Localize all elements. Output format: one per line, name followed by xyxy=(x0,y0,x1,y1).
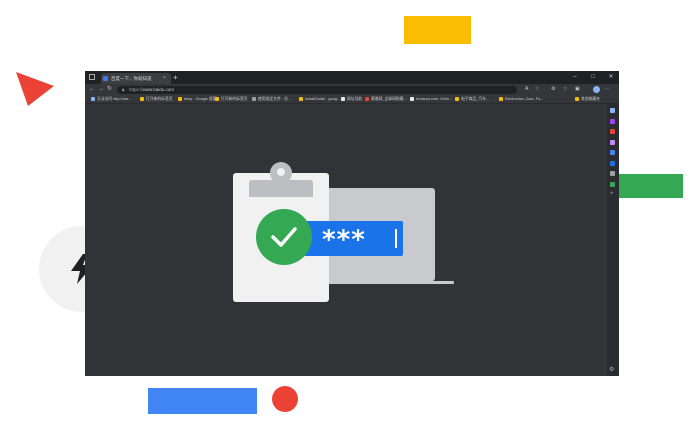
favorites-icon[interactable]: ☆ xyxy=(563,84,567,95)
bookmark-label: InstallGuide - goog... xyxy=(305,97,341,101)
collections-icon[interactable]: ▣ xyxy=(575,84,580,95)
window-menu-icon[interactable] xyxy=(89,74,95,80)
decorative-blue-bar xyxy=(148,388,257,414)
baidu-favicon-icon xyxy=(103,76,108,81)
text-cursor xyxy=(395,229,397,248)
back-button[interactable]: ← xyxy=(89,84,95,95)
bookmark-favicon-icon xyxy=(299,96,303,101)
bookmark-item[interactable]: Amazon.com: Onlin... xyxy=(410,95,452,103)
add-icon[interactable]: + xyxy=(610,191,615,197)
bookmark-label: ebay - Google 搜索 xyxy=(184,97,217,101)
tab-strip: 百度一下，你就知道 × + – □ ✕ xyxy=(85,71,619,84)
check-icon xyxy=(271,227,297,247)
bookmark-label: 其他收藏夹 xyxy=(581,97,600,101)
search-icon[interactable] xyxy=(610,108,615,113)
browser-toolbar: ← → ↻ 🔒︎ https://www.baidu.com A ☆ ⚙ ☆ ▣… xyxy=(85,84,619,95)
close-icon[interactable]: × xyxy=(163,73,166,84)
bookmark-label: 电子商品_汽车... xyxy=(461,97,490,101)
bookmark-favicon-icon xyxy=(215,96,219,101)
bookmark-favicon-icon xyxy=(140,96,144,101)
profile-icon[interactable] xyxy=(593,86,600,93)
bookmark-favicon-icon xyxy=(455,96,459,101)
bookmarks-bar: 无法访问 http://ww... 打开新的标签页 ebay - Google 搜索… xyxy=(85,95,619,104)
bookmark-item[interactable]: ebay - Google 搜索 xyxy=(178,95,217,103)
read-aloud-icon[interactable]: A xyxy=(525,84,528,95)
bookmark-favicon-icon xyxy=(178,96,182,101)
bookmark-favicon-icon xyxy=(91,96,95,101)
bookmark-favicon-icon xyxy=(499,96,503,101)
bookmark-item[interactable]: Electronics, Cars, Fa... xyxy=(499,95,543,103)
bookmark-label: Amazon.com: Onlin... xyxy=(416,97,453,101)
bookmark-item[interactable]: 其他收藏夹 xyxy=(575,95,600,103)
send-icon[interactable] xyxy=(610,171,615,176)
maximize-button[interactable]: □ xyxy=(587,71,599,84)
bookmark-label: 使用指定文件 - 谷... xyxy=(258,97,292,101)
decorative-yellow-bar xyxy=(404,16,471,44)
tab-baidu[interactable]: 百度一下，你就知道 × xyxy=(101,73,171,84)
bookmark-item[interactable]: 网址导航 xyxy=(341,95,362,103)
forward-button[interactable]: → xyxy=(98,84,104,95)
briefcase-icon[interactable] xyxy=(610,129,615,134)
minimize-button[interactable]: – xyxy=(569,71,581,84)
lock-icon: 🔒︎ xyxy=(122,86,125,92)
reload-button[interactable]: ↻ xyxy=(107,84,112,95)
laptop-base xyxy=(311,281,454,284)
address-bar[interactable]: 🔒︎ https://www.baidu.com xyxy=(117,85,517,94)
bookmark-item[interactable]: 无法访问 http://ww... xyxy=(91,95,131,103)
toolbar-icons: A ☆ ⚙ ☆ ▣ ⋯ xyxy=(525,84,619,95)
bookmark-item[interactable]: 打开新的标签页 xyxy=(215,95,248,103)
bookmark-item[interactable]: 使用指定文件 - 谷... xyxy=(252,95,291,103)
extensions-icon[interactable]: ⚙ xyxy=(551,84,555,95)
url-protocol: https:// xyxy=(129,86,143,92)
favorite-star-icon[interactable]: ☆ xyxy=(535,84,539,95)
edge-sidebar: ⚙ + xyxy=(605,104,619,376)
window-controls: – □ ✕ xyxy=(565,71,619,84)
tab-title: 百度一下，你就知道 xyxy=(111,76,152,81)
clipboard-ring-hole xyxy=(277,168,285,176)
games-icon[interactable] xyxy=(610,139,615,145)
bookmark-label: Electronics, Cars, Fa... xyxy=(505,97,544,101)
bookmark-label: 网址导航 xyxy=(347,97,363,101)
bookmark-label: 打开新的标签页 xyxy=(146,97,173,101)
decorative-red-triangle xyxy=(16,72,54,106)
bookmark-item[interactable]: 打开新的标签页 xyxy=(140,95,173,103)
new-tab-button[interactable]: + xyxy=(173,71,178,84)
bookmark-label: 黄璐网_全球网购最... xyxy=(371,97,407,101)
bookmark-favicon-icon xyxy=(575,96,579,101)
decorative-red-dot xyxy=(272,386,298,412)
bookmark-item[interactable]: 黄璐网_全球网购最... xyxy=(365,95,407,103)
password-mask: *** xyxy=(322,225,366,255)
bookmark-favicon-icon xyxy=(365,96,369,101)
sidebar-settings-icon[interactable]: ⚙ xyxy=(609,366,614,373)
bookmark-item[interactable]: InstallGuide - goog... xyxy=(299,95,340,103)
bookmark-item[interactable]: 电子商品_汽车... xyxy=(455,95,489,103)
bookmark-label: 无法访问 http://ww... xyxy=(97,97,132,101)
pin-icon[interactable] xyxy=(610,181,615,187)
tag-icon[interactable] xyxy=(610,118,615,124)
bookmark-favicon-icon xyxy=(252,96,256,101)
password-field: *** xyxy=(300,221,403,256)
copilot-icon[interactable] xyxy=(610,150,615,155)
check-badge xyxy=(256,209,312,265)
more-icon[interactable]: ⋯ xyxy=(605,84,610,95)
decorative-green-bar xyxy=(619,174,683,198)
close-window-button[interactable]: ✕ xyxy=(605,71,617,84)
bookmark-favicon-icon xyxy=(410,96,414,101)
outlook-icon[interactable] xyxy=(610,160,615,166)
url-host: www.baidu.com xyxy=(142,86,175,92)
bookmark-label: 打开新的标签页 xyxy=(221,97,248,101)
bookmark-favicon-icon xyxy=(341,96,345,101)
